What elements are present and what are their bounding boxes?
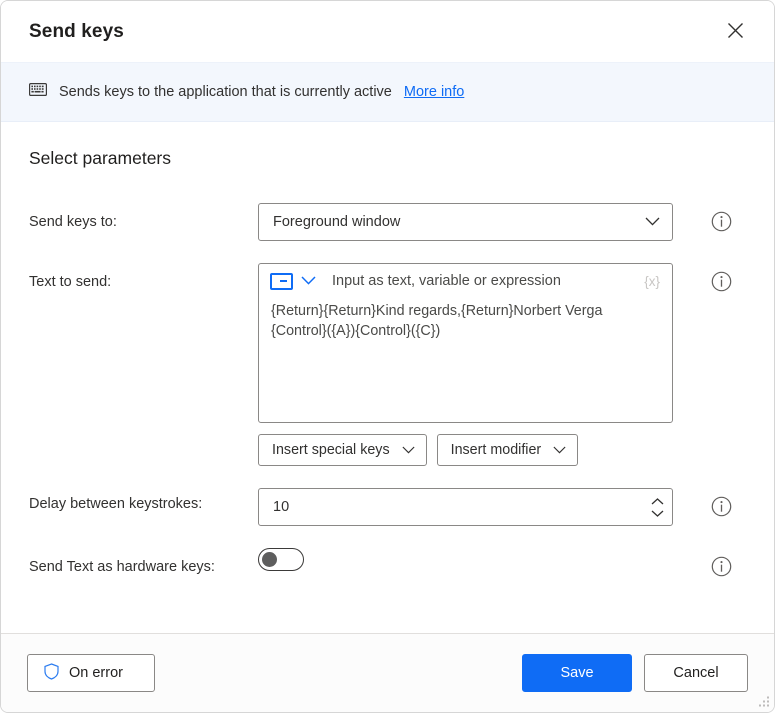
send-keys-to-value: Foreground window	[273, 214, 401, 230]
delay-spinner[interactable]: 10	[258, 488, 673, 526]
row-send-keys-to: Send keys to: Foreground window	[29, 203, 746, 241]
chevron-down-icon	[553, 442, 566, 458]
info-icon	[711, 271, 732, 296]
shield-icon	[44, 662, 59, 684]
text-to-send-label: Text to send:	[29, 274, 112, 290]
chevron-down-icon[interactable]	[651, 509, 664, 517]
insert-modifier-button[interactable]: Insert modifier	[436, 434, 579, 466]
text-to-send-input[interactable]: {Return}{Return}Kind regards,{Return}Nor…	[259, 298, 672, 422]
chevron-down-icon	[645, 213, 660, 231]
dialog-body: Select parameters Send keys to: Foregrou…	[1, 122, 774, 633]
dialog-footer: On error Save Cancel	[1, 633, 774, 712]
hardware-keys-info[interactable]	[711, 548, 732, 582]
send-keys-to-info[interactable]	[711, 203, 732, 237]
row-delay-between-keystrokes: Delay between keystrokes: 10	[29, 488, 746, 526]
insert-special-keys-button[interactable]: Insert special keys	[258, 434, 427, 466]
send-keys-to-label: Send keys to:	[29, 214, 117, 230]
insert-modifier-label: Insert modifier	[450, 442, 542, 458]
cancel-label: Cancel	[673, 665, 719, 681]
variable-insert-button[interactable]: {x}	[644, 274, 662, 289]
text-to-send-info[interactable]	[711, 263, 732, 297]
delay-label: Delay between keystrokes:	[29, 496, 203, 512]
insert-special-keys-label: Insert special keys	[272, 442, 390, 458]
info-icon	[711, 496, 732, 521]
close-icon	[727, 22, 744, 42]
banner-text: Sends keys to the application that is cu…	[59, 84, 392, 100]
page-title: Send keys	[29, 20, 124, 42]
save-label: Save	[560, 665, 594, 681]
input-type-icon[interactable]	[270, 272, 293, 290]
keyboard-icon	[29, 83, 47, 101]
delay-info[interactable]	[711, 488, 732, 522]
hardware-keys-toggle[interactable]	[258, 548, 304, 571]
text-to-send-placeholder: Input as text, variable or expression	[332, 273, 561, 289]
row-text-to-send: Text to send: Input as text, variable or…	[29, 263, 746, 466]
chevron-down-icon	[402, 442, 415, 458]
section-heading: Select parameters	[29, 148, 172, 168]
text-to-send-box: Input as text, variable or expression {x…	[258, 263, 673, 423]
delay-spinner-arrows	[651, 497, 664, 517]
text-to-send-toolbar: Input as text, variable or expression {x…	[259, 264, 672, 298]
cancel-button[interactable]: Cancel	[644, 654, 748, 692]
chevron-up-icon[interactable]	[651, 497, 664, 505]
info-icon	[711, 556, 732, 581]
save-button[interactable]: Save	[522, 654, 632, 692]
toggle-knob	[262, 552, 277, 567]
hardware-keys-label: Send Text as hardware keys:	[29, 559, 215, 575]
insert-buttons-row: Insert special keys Insert modifier	[258, 434, 673, 466]
row-hardware-keys: Send Text as hardware keys:	[29, 548, 746, 582]
info-icon	[711, 211, 732, 236]
resize-grip-icon[interactable]	[756, 695, 770, 709]
hardware-keys-field	[258, 548, 673, 571]
on-error-button[interactable]: On error	[27, 654, 155, 692]
chevron-down-icon[interactable]	[301, 272, 316, 290]
on-error-label: On error	[69, 665, 123, 681]
delay-value[interactable]: 10	[273, 499, 651, 515]
send-keys-to-dropdown[interactable]: Foreground window	[258, 203, 673, 241]
send-keys-dialog: Send keys Sends keys to the application …	[0, 0, 775, 713]
info-banner: Sends keys to the application that is cu…	[1, 62, 774, 122]
delay-field: 10	[258, 488, 673, 526]
close-button[interactable]	[718, 15, 752, 49]
more-info-link[interactable]: More info	[404, 84, 464, 100]
send-keys-to-field: Foreground window	[258, 203, 673, 241]
text-to-send-field: Input as text, variable or expression {x…	[258, 263, 673, 466]
dialog-header: Send keys	[1, 1, 774, 62]
